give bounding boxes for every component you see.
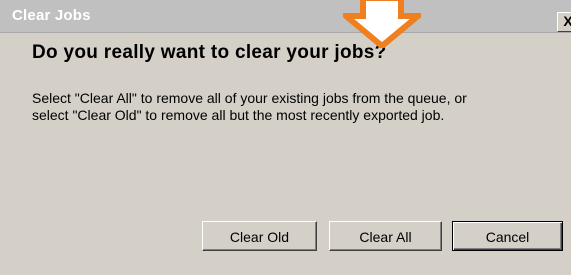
close-icon: X — [563, 13, 571, 29]
close-button[interactable]: X — [557, 12, 571, 32]
down-arrow-icon — [343, 0, 421, 48]
title-bar: Clear Jobs X — [0, 0, 571, 33]
window-title: Clear Jobs — [12, 7, 91, 24]
cancel-button[interactable]: Cancel — [452, 221, 563, 251]
message-line: Select "Clear All" to remove all of your… — [32, 90, 467, 106]
clear-old-button[interactable]: Clear Old — [202, 221, 317, 251]
dialog-heading: Do you really want to clear your jobs? — [32, 42, 387, 63]
dialog-message: Select "Clear All" to remove all of your… — [32, 90, 552, 124]
annotation-arrow — [343, 0, 421, 48]
message-line: select "Clear Old" to remove all but the… — [32, 107, 445, 123]
clear-all-button[interactable]: Clear All — [329, 221, 442, 251]
